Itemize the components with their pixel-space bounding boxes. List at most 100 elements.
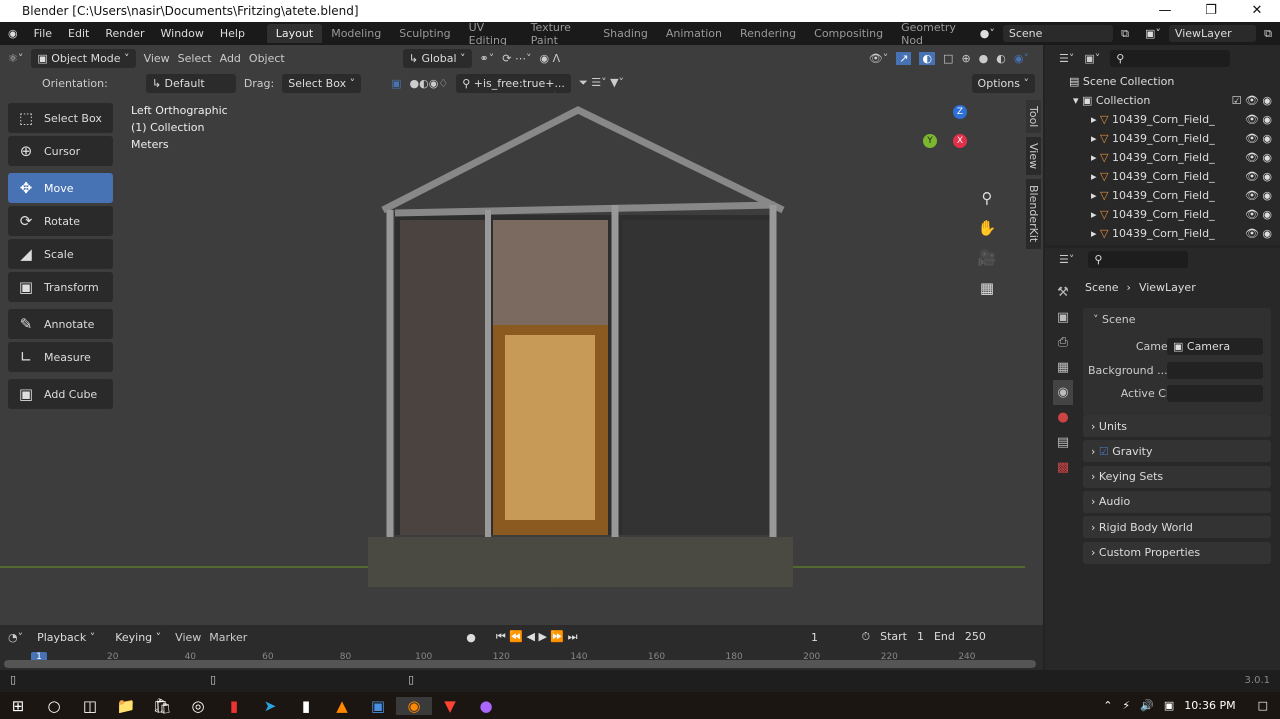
brave-icon[interactable]: ▼ [432, 697, 468, 715]
tray-chevron-icon[interactable]: ⌃ [1103, 699, 1112, 712]
visibility-icons[interactable]: 👁 ◉ [1245, 227, 1280, 240]
scene-selector[interactable]: Scene [1002, 25, 1114, 42]
blender-logo-icon[interactable]: ◉ [0, 27, 26, 40]
panel-gravity[interactable]: › ☑ Gravity [1083, 440, 1271, 463]
timeline-view-menu[interactable]: View [175, 631, 201, 644]
search-circle-icon[interactable]: ○ [36, 697, 72, 715]
camera-view-icon[interactable]: 🎥 [976, 243, 998, 273]
texture-props-icon[interactable]: ▩ [1053, 455, 1073, 480]
new-viewlayer-icon[interactable]: ⧉ [1256, 27, 1280, 41]
collection-row[interactable]: ▾ ▣ Collection ☑ 👁 ◉ [1045, 91, 1280, 110]
outliner-item[interactable]: ▸ ▽ 10439_Corn_Field_ 👁 ◉ [1045, 148, 1280, 167]
telegram-icon[interactable]: ➤ [252, 697, 288, 715]
scene-icon[interactable]: ●˅ [972, 27, 1003, 40]
vlc-icon[interactable]: ▲ [324, 697, 360, 715]
pan-hand-icon[interactable]: ✋ [976, 213, 998, 243]
gizmo-z[interactable]: Z [953, 105, 967, 119]
output-props-icon[interactable]: ⎙ [1053, 330, 1073, 355]
maximize-button[interactable]: ❐ [1188, 0, 1234, 22]
media-icon[interactable]: ◎ [180, 697, 216, 715]
maps-icon[interactable]: ● [468, 697, 504, 715]
world-props-icon[interactable]: ● [1053, 405, 1073, 430]
outliner-item[interactable]: ▸ ▽ 10439_Corn_Field_ 👁 ◉ [1045, 129, 1280, 148]
menu-edit[interactable]: Edit [60, 27, 97, 40]
visibility-icons[interactable]: 👁 ◉ [1245, 113, 1280, 126]
app-k-icon[interactable]: ▮ [216, 697, 252, 715]
minimize-button[interactable]: — [1142, 0, 1188, 22]
render-props-icon[interactable]: ▣ [1053, 305, 1073, 330]
tab-blenderkit[interactable]: BlenderKit [1026, 179, 1041, 249]
tab-layout[interactable]: Layout [266, 24, 323, 43]
blender-taskbar-icon[interactable]: ◉ [396, 696, 432, 715]
outliner-search[interactable]: ⚲ [1110, 50, 1231, 67]
panel-audio[interactable]: › Audio [1083, 490, 1271, 513]
keying-menu[interactable]: Keying ˅ [109, 627, 168, 647]
task-view-icon[interactable]: ◫ [72, 697, 108, 715]
display-mode-icon[interactable]: ☰˅ [1059, 52, 1074, 65]
properties-search[interactable]: ⚲ [1088, 250, 1189, 268]
tab-modeling[interactable]: Modeling [322, 24, 390, 43]
tab-compositing[interactable]: Compositing [805, 24, 892, 43]
volume-icon[interactable]: 🔊 [1140, 699, 1154, 712]
outliner-item[interactable]: ▸ ▽ 10439_Corn_Field_ 👁 ◉ [1045, 186, 1280, 205]
visibility-icons[interactable]: 👁 ◉ [1245, 132, 1280, 145]
tab-sculpting[interactable]: Sculpting [390, 24, 459, 43]
timeline-scrollbar[interactable] [4, 660, 1036, 668]
close-button[interactable]: ✕ [1234, 0, 1280, 22]
outliner-filter-icon[interactable]: ▣˅ [1084, 52, 1100, 65]
outliner-item[interactable]: ▸ ▽ 10439_Corn_Field_ 👁 ◉ [1045, 110, 1280, 129]
tab-animation[interactable]: Animation [657, 24, 731, 43]
tray-app-icon[interactable]: ▣ [1164, 699, 1174, 712]
current-frame-field[interactable]: 1 [781, 627, 848, 647]
gizmo-y[interactable]: Y [923, 134, 937, 148]
notes-icon[interactable]: ▮ [288, 697, 324, 715]
menu-window[interactable]: Window [153, 27, 212, 40]
background-scene-field[interactable] [1167, 362, 1263, 379]
visibility-icons[interactable]: 👁 ◉ [1245, 208, 1280, 221]
visibility-icons[interactable]: 👁 ◉ [1245, 151, 1280, 164]
visibility-icons[interactable]: ☑ 👁 ◉ [1232, 94, 1280, 107]
active-clip-field[interactable] [1167, 385, 1263, 402]
outliner-item[interactable]: ▸ ▽ 10439_Corn_Field_ 👁 ◉ [1045, 224, 1280, 243]
file-explorer-icon[interactable]: 📁 [108, 697, 144, 715]
panel-units[interactable]: › Units [1083, 415, 1271, 437]
scene-props-icon[interactable]: ◉ [1053, 380, 1073, 405]
scene-collection-row[interactable]: ▤ Scene Collection [1045, 72, 1280, 91]
playback-menu[interactable]: Playback ˅ [31, 627, 102, 647]
visibility-icons[interactable]: 👁 ◉ [1245, 189, 1280, 202]
navigation-gizmo[interactable]: Z Y X [920, 103, 1000, 183]
outliner-item[interactable]: ▸ ▽ 10439_Corn_Field_ 👁 ◉ [1045, 205, 1280, 224]
record-button[interactable]: ● [460, 627, 482, 647]
3d-viewport[interactable]: ⚛˅ ▣ Object Mode ˅ View Select Add Objec… [0, 45, 1043, 625]
network-icon[interactable]: ⚡ [1122, 699, 1130, 712]
viewlayer-selector[interactable]: ViewLayer [1168, 25, 1257, 42]
tool-props-icon[interactable]: ⚒ [1053, 280, 1073, 305]
tab-tool[interactable]: Tool [1026, 100, 1041, 134]
timeline-marker-menu[interactable]: Marker [209, 631, 247, 644]
gizmo-x[interactable]: X [953, 134, 967, 148]
clock[interactable]: 10:36 PM [1184, 699, 1235, 712]
timeline-editor-icon[interactable]: ◔˅ [8, 631, 23, 644]
new-scene-icon[interactable]: ⧉ [1113, 27, 1137, 41]
zoom-icon[interactable]: ⚲ [976, 183, 998, 213]
collection-props-icon[interactable]: ▤ [1053, 430, 1073, 455]
viewlayer-icon[interactable]: ▣˅ [1137, 27, 1169, 40]
playback-controls[interactable]: ⏮ ⏪ ◀ ▶ ⏩ ⏭ [489, 627, 584, 647]
tab-view[interactable]: View [1026, 137, 1041, 176]
start-icon[interactable]: ⊞ [0, 697, 36, 715]
visibility-icons[interactable]: 👁 ◉ [1245, 170, 1280, 183]
app-window-icon[interactable]: ▣ [360, 697, 396, 715]
outliner-item[interactable]: ▸ ▽ 10439_Corn_Field_ 👁 ◉ [1045, 167, 1280, 186]
store-icon[interactable]: 🛍 [144, 697, 180, 715]
scene-panel-header[interactable]: ˅ Scene [1083, 308, 1271, 331]
panel-rigid-body-world[interactable]: › Rigid Body World [1083, 516, 1271, 539]
view-layer-props-icon[interactable]: ▦ [1053, 355, 1073, 380]
start-value[interactable]: 1 [917, 630, 924, 644]
gravity-checkbox[interactable]: ☑ [1099, 445, 1109, 458]
end-value[interactable]: 250 [965, 630, 986, 644]
menu-render[interactable]: Render [97, 27, 152, 40]
menu-file[interactable]: File [26, 27, 60, 40]
camera-field[interactable]: ▣ Camera [1167, 338, 1263, 355]
notifications-icon[interactable]: □ [1258, 699, 1268, 712]
ortho-grid-icon[interactable]: ▦ [976, 273, 998, 303]
